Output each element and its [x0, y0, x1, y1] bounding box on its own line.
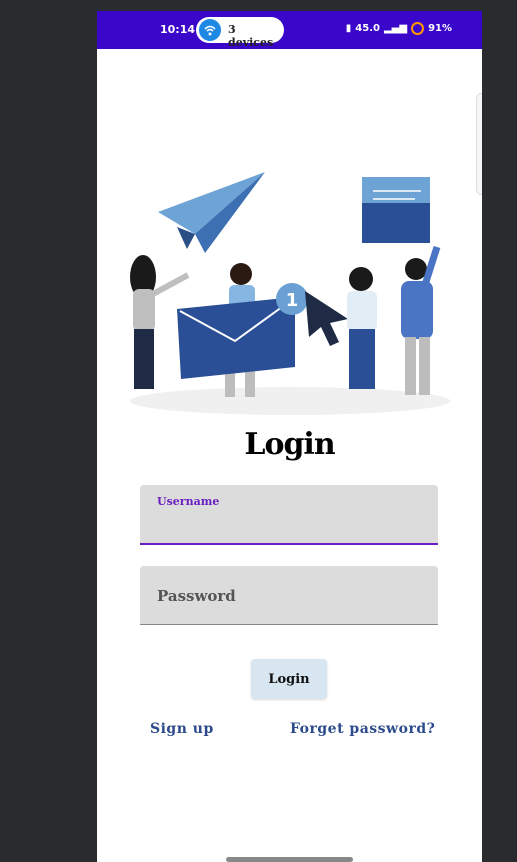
username-input[interactable] [156, 507, 422, 535]
signup-link[interactable]: Sign up [150, 721, 214, 737]
username-field[interactable]: Username [140, 485, 438, 545]
page-title: Login [244, 427, 335, 462]
status-bar: 10:14 3 devices ▮ 45.0 ▂▄▆ 91% [97, 11, 482, 49]
phone-screen: 10:14 3 devices ▮ 45.0 ▂▄▆ 91% 1 Login U… [97, 11, 482, 862]
battery-icon [411, 22, 425, 35]
status-time: 10:14 [160, 23, 196, 36]
network-speed: 45.0 [355, 23, 380, 34]
notification-count: 1 [286, 290, 299, 311]
login-button[interactable]: Login [251, 659, 327, 699]
signal-icon: ▂▄▆ [383, 23, 408, 34]
status-icons: ▮ 45.0 ▂▄▆ 91% [346, 22, 452, 35]
edge-panel-handle[interactable] [476, 93, 482, 195]
hotspot-icon [199, 19, 221, 41]
password-placeholder: Password [157, 587, 236, 605]
vibrate-icon: ▮ [345, 23, 352, 34]
battery-level: 91% [428, 23, 452, 34]
password-field[interactable]: Password [140, 566, 438, 625]
forgot-password-link[interactable]: Forget password? [290, 721, 435, 737]
login-illustration: 1 [130, 172, 450, 415]
hotspot-label: 3 devices [228, 23, 274, 49]
gesture-nav-bar[interactable] [226, 857, 353, 862]
hotspot-indicator[interactable]: 3 devices [196, 17, 284, 49]
